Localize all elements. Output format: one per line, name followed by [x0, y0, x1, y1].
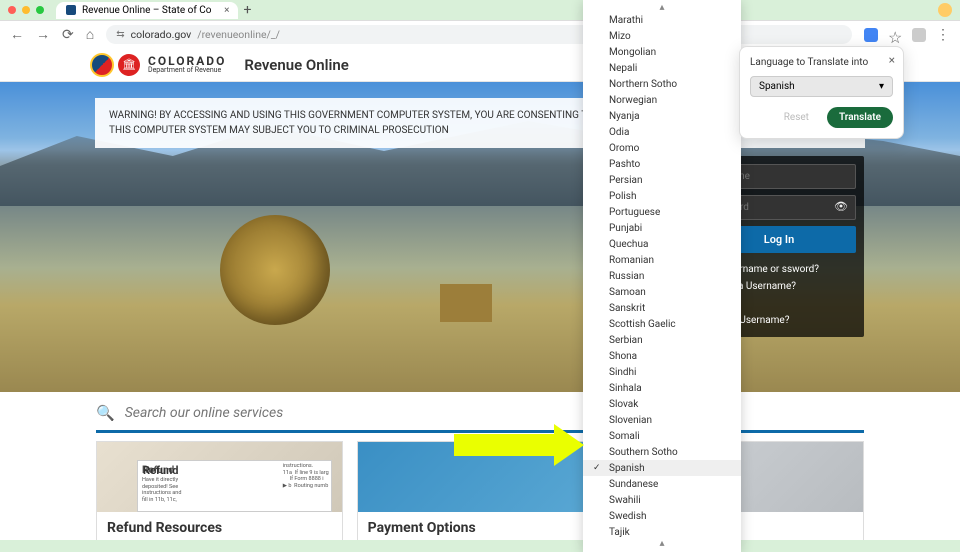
language-option[interactable]: Persian [583, 172, 741, 188]
favicon-icon [66, 5, 76, 15]
language-option[interactable]: Sanskrit [583, 300, 741, 316]
language-option[interactable]: Shona [583, 348, 741, 364]
language-option[interactable]: Russian [583, 268, 741, 284]
colorado-seal-icon [90, 53, 114, 77]
language-option[interactable]: Swahili [583, 492, 741, 508]
home-button[interactable]: ⌂ [86, 26, 94, 43]
language-option[interactable]: Punjabi [583, 220, 741, 236]
divider [96, 430, 864, 433]
extensions-icon[interactable] [912, 28, 926, 42]
scroll-up-icon[interactable]: ▴ [583, 4, 741, 12]
site-info-icon[interactable]: ⇆ [116, 29, 124, 40]
brand-subtitle: Department of Revenue [148, 67, 226, 74]
language-option[interactable]: Odia [583, 124, 741, 140]
minimize-icon[interactable] [938, 3, 952, 17]
translate-title: Language to Translate into [750, 57, 893, 68]
language-option[interactable]: Slovak [583, 396, 741, 412]
card-title: Payment Options [368, 520, 593, 536]
language-option[interactable]: Quechua [583, 236, 741, 252]
bookmark-icon[interactable]: ☆ [888, 28, 902, 42]
language-select[interactable]: Spanish ▾ [750, 76, 893, 97]
menu-icon[interactable]: ⋮ [936, 27, 950, 43]
window-titlebar: Revenue Online – State of Co × + [0, 0, 960, 20]
language-option[interactable]: Norwegian [583, 92, 741, 108]
forward-button[interactable]: → [36, 26, 50, 43]
language-option[interactable]: Marathi [583, 12, 741, 28]
browser-tab[interactable]: Revenue Online – State of Co × [56, 2, 238, 19]
language-option[interactable]: Oromo [583, 140, 741, 156]
card-refund[interactable]: Refund Have it directlydeposited! Seeins… [96, 441, 343, 540]
language-option[interactable]: Polish [583, 188, 741, 204]
refund-form-graphic: Refund Have it directlydeposited! Seeins… [137, 460, 332, 512]
language-option[interactable]: Sundanese [583, 476, 741, 492]
close-icon[interactable]: × [224, 5, 229, 16]
language-option[interactable]: Romanian [583, 252, 741, 268]
back-button[interactable]: ← [10, 26, 24, 43]
card-title: Refund Resources [107, 520, 332, 536]
scroll-down-icon[interactable]: ▴ [583, 540, 741, 548]
url-path: /revenueonline/_/ [197, 28, 280, 41]
language-option[interactable]: Tajik [583, 524, 741, 540]
language-option[interactable]: Scottish Gaelic [583, 316, 741, 332]
chevron-down-icon: ▾ [879, 81, 884, 92]
selected-language: Spanish [759, 81, 795, 92]
app-title: Revenue Online [244, 56, 349, 74]
close-icon[interactable]: × [889, 53, 895, 67]
cdor-logo-icon: 🏛 [118, 54, 140, 76]
search-bar: 🔍 [0, 392, 960, 430]
translate-button[interactable]: Translate [827, 107, 893, 128]
reload-button[interactable]: ⟳ [62, 27, 74, 43]
language-dropdown[interactable]: ▴ MarathiMizoMongolianNepaliNorthern Sot… [583, 0, 741, 552]
browser-toolbar: ← → ⟳ ⌂ ⇆ colorado.gov/revenueonline/_/ … [0, 20, 960, 48]
language-option[interactable]: Northern Sotho [583, 76, 741, 92]
language-option[interactable]: Pashto [583, 156, 741, 172]
language-option[interactable]: Spanish [583, 460, 741, 476]
language-option[interactable]: Sinhala [583, 380, 741, 396]
language-option[interactable]: Nyanja [583, 108, 741, 124]
card-image: Refund Have it directlydeposited! Seeins… [97, 442, 342, 512]
language-option[interactable]: Mongolian [583, 44, 741, 60]
translate-extension-icon[interactable] [864, 28, 878, 42]
reset-button[interactable]: Reset [774, 107, 819, 128]
language-option[interactable]: Nepali [583, 60, 741, 76]
new-tab-button[interactable]: + [244, 2, 252, 18]
search-icon[interactable]: 🔍 [96, 404, 115, 422]
language-option[interactable]: Mizo [583, 28, 741, 44]
language-option[interactable]: Portuguese [583, 204, 741, 220]
language-option[interactable]: Samoan [583, 284, 741, 300]
traffic-lights[interactable] [8, 6, 44, 14]
language-option[interactable]: Serbian [583, 332, 741, 348]
language-option[interactable]: Sindhi [583, 364, 741, 380]
url-host: colorado.gov [131, 28, 192, 41]
search-input[interactable] [125, 405, 864, 421]
language-option[interactable]: Slovenian [583, 412, 741, 428]
annotation-arrow [454, 434, 554, 456]
translate-popup: × Language to Translate into Spanish ▾ R… [739, 46, 904, 139]
language-option[interactable]: Swedish [583, 508, 741, 524]
language-option[interactable]: Somali [583, 428, 741, 444]
eye-icon[interactable]: 👁 [834, 200, 848, 213]
language-option[interactable]: Southern Sotho [583, 444, 741, 460]
tab-title: Revenue Online – State of Co [82, 5, 212, 16]
